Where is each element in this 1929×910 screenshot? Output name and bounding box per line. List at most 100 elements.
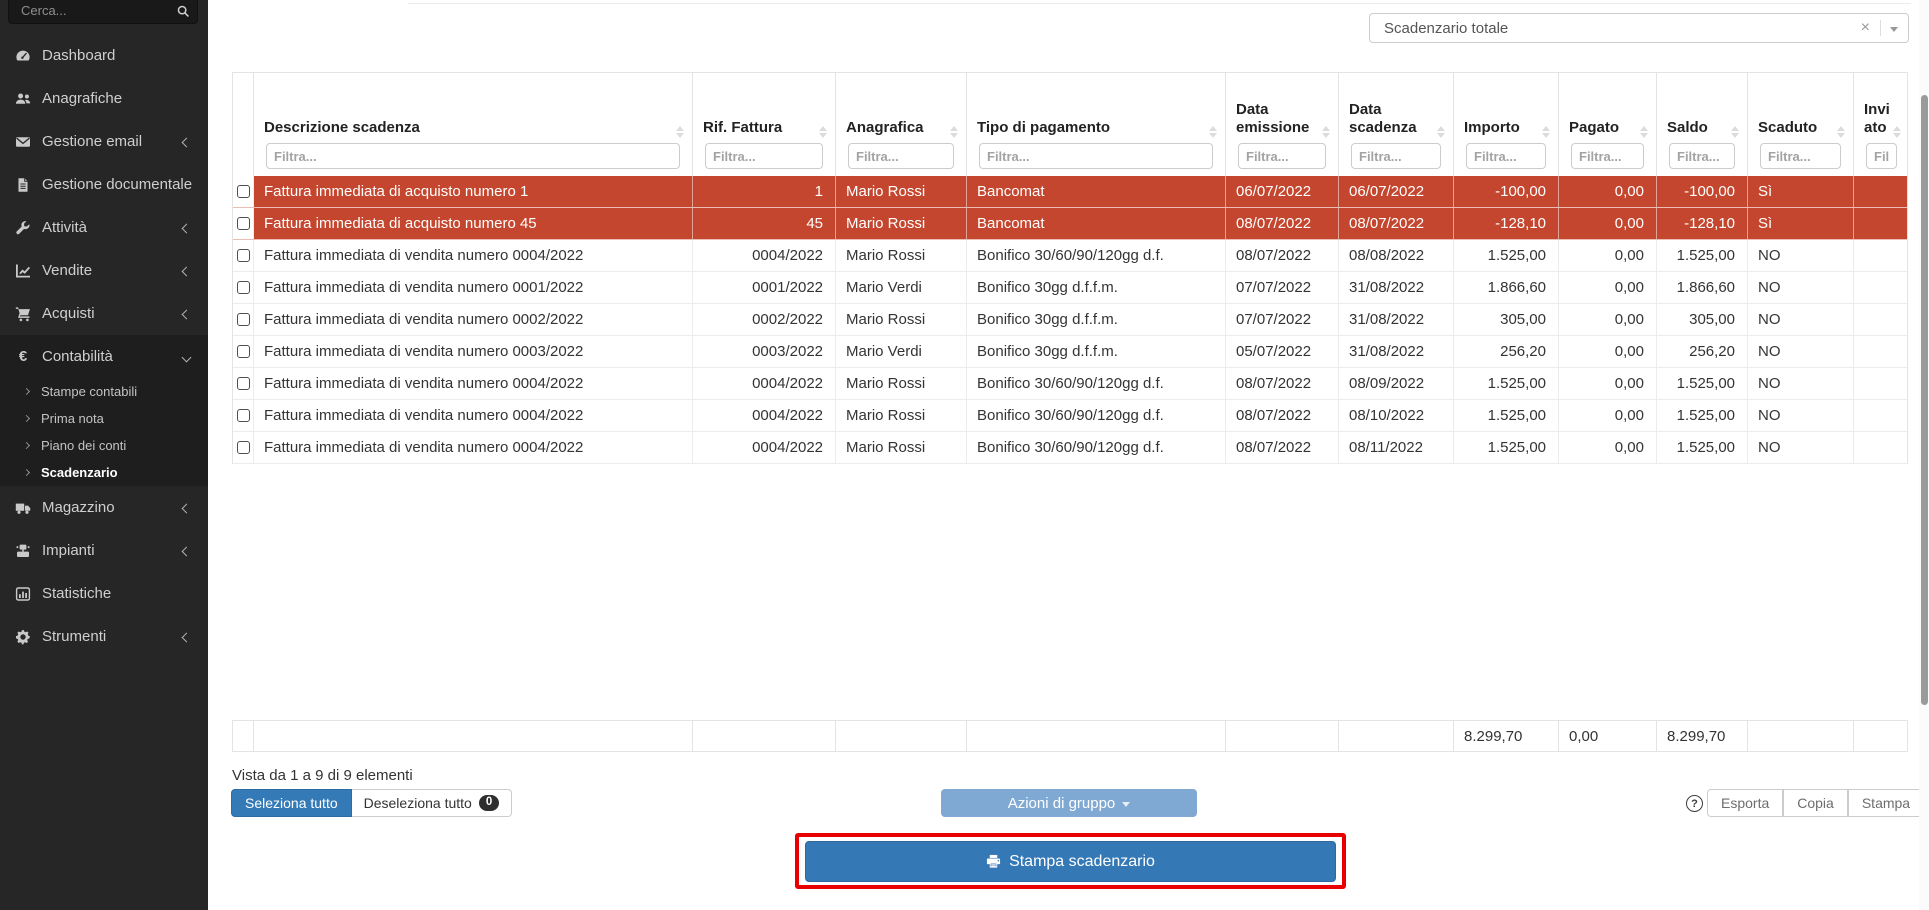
row-checkbox[interactable]: [237, 313, 250, 326]
sidebar-item-gestione-documentale[interactable]: Gestione documentale: [0, 163, 208, 206]
column-filter-input[interactable]: [266, 143, 680, 169]
clear-icon[interactable]: ×: [1851, 19, 1880, 37]
table-row[interactable]: Fattura immediata di vendita numero 0004…: [233, 400, 1907, 432]
sidebar-subitem-stampe-contabili[interactable]: Stampe contabili: [0, 378, 208, 405]
column-header-rif[interactable]: Rif. Fattura: [693, 73, 836, 176]
column-header-tipo[interactable]: Tipo di pagamento: [967, 73, 1226, 176]
table-row[interactable]: Fattura immediata di vendita numero 0001…: [233, 272, 1907, 304]
table-row[interactable]: Fattura immediata di vendita numero 0004…: [233, 432, 1907, 464]
cell-saldo: 256,20: [1657, 336, 1748, 367]
column-sort-control[interactable]: Scaduto: [1758, 119, 1845, 138]
sidebar-item-label: Impianti: [42, 542, 95, 559]
column-label: Pagato: [1569, 119, 1619, 138]
column-header-anagrafica[interactable]: Anagrafica: [836, 73, 967, 176]
column-filter-input[interactable]: [1351, 143, 1441, 169]
print-button[interactable]: Stampa: [1848, 789, 1924, 817]
cell-pagato: 0,00: [1559, 304, 1657, 335]
column-header-emissione[interactable]: Data emissione: [1226, 73, 1339, 176]
cell-desc: Fattura immediata di vendita numero 0002…: [254, 304, 693, 335]
table-row[interactable]: Fattura immediata di acquisto numero 454…: [233, 208, 1907, 240]
table-row[interactable]: Fattura immediata di vendita numero 0004…: [233, 240, 1907, 272]
sidebar-item-dashboard[interactable]: Dashboard: [0, 34, 208, 77]
sidebar-item-vendite[interactable]: Vendite: [0, 249, 208, 292]
sidebar-item-magazzino[interactable]: Magazzino: [0, 486, 208, 529]
sidebar-item-anagrafiche[interactable]: Anagrafiche: [0, 77, 208, 120]
cell-scaduto: NO: [1748, 336, 1854, 367]
column-filter-input[interactable]: [979, 143, 1213, 169]
sidebar-item-contabilit-[interactable]: €Contabilità: [0, 335, 208, 378]
row-checkbox[interactable]: [237, 185, 250, 198]
help-icon[interactable]: ?: [1686, 795, 1703, 812]
group-actions-button[interactable]: Azioni di gruppo: [941, 789, 1197, 817]
row-checkbox[interactable]: [237, 249, 250, 262]
print-schedule-button[interactable]: Stampa scadenzario: [805, 841, 1336, 882]
column-sort-control[interactable]: Importo: [1464, 119, 1550, 138]
column-filter-input[interactable]: [848, 143, 954, 169]
column-header-saldo[interactable]: Saldo: [1657, 73, 1748, 176]
row-checkbox[interactable]: [237, 377, 250, 390]
column-filter-input[interactable]: [1238, 143, 1326, 169]
scrollbar-track[interactable]: [1919, 0, 1929, 910]
table-body: Fattura immediata di acquisto numero 11M…: [232, 176, 1908, 464]
column-filter-input[interactable]: [1669, 143, 1735, 169]
sidebar-item-gestione-email[interactable]: Gestione email: [0, 120, 208, 163]
export-button[interactable]: Esporta: [1707, 789, 1783, 817]
column-filter-input[interactable]: [1866, 143, 1897, 169]
column-filter-input[interactable]: [705, 143, 823, 169]
row-checkbox[interactable]: [237, 281, 250, 294]
select-all-button[interactable]: Seleziona tutto: [231, 789, 352, 817]
table-row[interactable]: Fattura immediata di vendita numero 0003…: [233, 336, 1907, 368]
column-header-inviato[interactable]: Inviato: [1854, 73, 1909, 176]
column-filter-input[interactable]: [1571, 143, 1644, 169]
scrollbar-thumb[interactable]: [1921, 95, 1928, 705]
column-sort-control[interactable]: Pagato: [1569, 119, 1648, 138]
row-checkbox-cell: [233, 368, 254, 399]
column-header-desc[interactable]: Descrizione scadenza: [254, 73, 693, 176]
column-filter-input[interactable]: [1760, 143, 1841, 169]
column-sort-control[interactable]: Inviato: [1864, 101, 1901, 139]
cell-pagato: 0,00: [1559, 272, 1657, 303]
column-sort-control[interactable]: Tipo di pagamento: [977, 119, 1217, 138]
column-header-importo[interactable]: Importo: [1454, 73, 1559, 176]
column-header-scadenza[interactable]: Data scadenza: [1339, 73, 1454, 176]
column-header-scaduto[interactable]: Scaduto: [1748, 73, 1854, 176]
row-checkbox[interactable]: [237, 217, 250, 230]
totals-scadenza: [1339, 721, 1454, 751]
cell-pagato: 0,00: [1559, 432, 1657, 463]
column-label: Descrizione scadenza: [264, 119, 420, 138]
column-header-pagato[interactable]: Pagato: [1559, 73, 1657, 176]
search-icon[interactable]: [176, 4, 190, 18]
row-checkbox[interactable]: [237, 409, 250, 422]
table-row[interactable]: Fattura immediata di vendita numero 0002…: [233, 304, 1907, 336]
sidebar-subitem-scadenzario[interactable]: Scadenzario: [0, 459, 208, 486]
cell-pagato: 0,00: [1559, 240, 1657, 271]
sidebar-item-statistiche[interactable]: Statistiche: [0, 572, 208, 615]
row-checkbox[interactable]: [237, 345, 250, 358]
table-row[interactable]: Fattura immediata di acquisto numero 11M…: [233, 176, 1907, 208]
schedule-filter-select[interactable]: Scadenzario totale ×: [1369, 13, 1909, 43]
column-filter-input[interactable]: [1466, 143, 1546, 169]
sidebar-subitem-prima-nota[interactable]: Prima nota: [0, 405, 208, 432]
cell-emissione: 08/07/2022: [1226, 368, 1339, 399]
cell-scaduto: NO: [1748, 304, 1854, 335]
deselect-all-button[interactable]: Deseleziona tutto 0: [352, 789, 513, 817]
column-sort-control[interactable]: Data scadenza: [1349, 101, 1445, 139]
table-row[interactable]: Fattura immediata di vendita numero 0004…: [233, 368, 1907, 400]
sidebar-item-impianti[interactable]: Impianti: [0, 529, 208, 572]
search-input[interactable]: [8, 0, 198, 24]
cell-rif: 0003/2022: [693, 336, 836, 367]
column-sort-control[interactable]: Descrizione scadenza: [264, 119, 684, 138]
sidebar-item-attivit-[interactable]: Attività: [0, 206, 208, 249]
sidebar-item-acquisti[interactable]: Acquisti: [0, 292, 208, 335]
column-sort-control[interactable]: Rif. Fattura: [703, 119, 827, 138]
sidebar-item-strumenti[interactable]: Strumenti: [0, 615, 208, 658]
column-sort-control[interactable]: Data emissione: [1236, 101, 1330, 139]
chevron-down-icon[interactable]: [1890, 27, 1898, 32]
sort-icon: [1834, 126, 1845, 138]
copy-button[interactable]: Copia: [1783, 789, 1848, 817]
column-sort-control[interactable]: Anagrafica: [846, 119, 958, 138]
row-checkbox[interactable]: [237, 441, 250, 454]
sidebar-subitem-piano-dei-conti[interactable]: Piano dei conti: [0, 432, 208, 459]
column-sort-control[interactable]: Saldo: [1667, 119, 1739, 138]
column-label: Data scadenza: [1349, 101, 1434, 139]
